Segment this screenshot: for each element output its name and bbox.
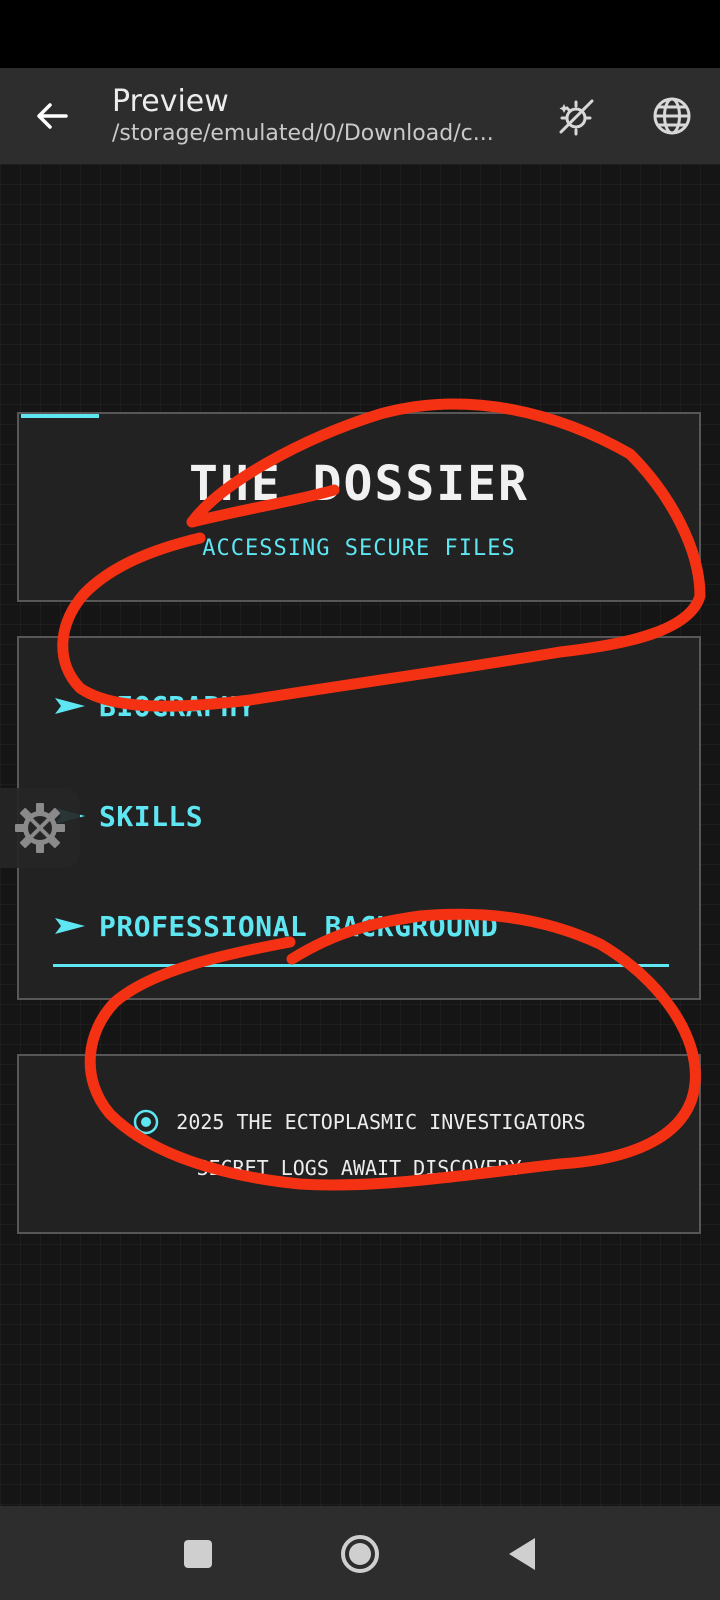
footer-copyright-text: 2025 THE ECTOPLASMIC INVESTIGATORS — [176, 1110, 586, 1134]
footer-tagline: SECRET LOGS AWAIT DISCOVERY — [196, 1156, 522, 1180]
app-bar: Preview /storage/emulated/0/Download/c..… — [0, 68, 720, 164]
back-nav-button[interactable] — [494, 1526, 550, 1582]
nav-item-professional-background[interactable]: PROFESSIONAL BACKGROUND — [53, 906, 498, 946]
floating-tools-button[interactable] — [0, 788, 80, 868]
dossier-title: THE DOSSIER — [189, 456, 529, 512]
dossier-subtitle: ACCESSING SECURE FILES — [202, 536, 516, 561]
back-button[interactable] — [24, 92, 80, 140]
triangle-pointer-icon — [55, 918, 85, 934]
dossier-header-panel: THE DOSSIER ACCESSING SECURE FILES — [17, 412, 701, 602]
webview-content: THE DOSSIER ACCESSING SECURE FILES BIOGR… — [0, 164, 720, 1506]
status-bar — [0, 0, 720, 68]
file-path: /storage/emulated/0/Download/c... — [112, 121, 494, 146]
system-navigation-bar — [0, 1506, 720, 1600]
globe-icon — [653, 97, 691, 135]
nav-label-biography: BIOGRAPHY — [99, 689, 256, 723]
arrow-left-icon — [37, 103, 68, 129]
dossier-footer-panel: 2025 THE ECTOPLASMIC INVESTIGATORS SECRE… — [17, 1054, 701, 1234]
dossier-nav-panel: BIOGRAPHY SKILLS PROFESSIONAL BACKGROUND — [17, 636, 701, 1000]
recents-button[interactable] — [170, 1526, 226, 1582]
triangle-pointer-icon — [55, 698, 85, 714]
nav-label-skills: SKILLS — [99, 799, 204, 833]
theme-toggle-button[interactable] — [548, 88, 604, 144]
active-nav-underline — [53, 964, 669, 967]
open-in-browser-button[interactable] — [644, 88, 700, 144]
nav-item-biography[interactable]: BIOGRAPHY — [53, 686, 255, 726]
app-title: Preview — [112, 84, 229, 119]
header-accent-bar — [21, 414, 99, 418]
radio-target-icon — [134, 1109, 159, 1135]
circle-icon — [341, 1535, 379, 1573]
nav-label-professional-background: PROFESSIONAL BACKGROUND — [99, 909, 499, 943]
footer-copyright: 2025 THE ECTOPLASMIC INVESTIGATORS — [19, 1108, 699, 1136]
auto-theme-icon — [559, 99, 594, 136]
home-button[interactable] — [332, 1526, 388, 1582]
square-icon — [184, 1540, 212, 1568]
triangle-back-icon — [509, 1538, 535, 1570]
settings-wrench-icon — [15, 803, 65, 853]
